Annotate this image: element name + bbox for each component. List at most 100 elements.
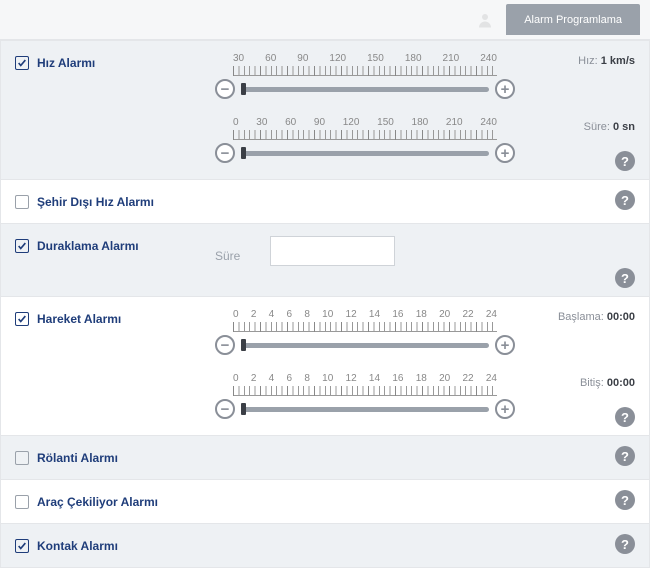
- label-hiz-readout: Hız:: [578, 55, 598, 67]
- slider-baslama-track[interactable]: [241, 343, 489, 348]
- tick-label: 10: [322, 309, 333, 320]
- help-icon[interactable]: ?: [615, 490, 635, 510]
- minus-button[interactable]: −: [215, 399, 235, 419]
- tick-label: 24: [486, 373, 497, 384]
- value-baslama-readout: 00:00: [607, 311, 635, 323]
- slider-baslama-ticks: 024681012141618202224: [233, 309, 497, 320]
- slider-baslama: 024681012141618202224 − +: [215, 309, 515, 355]
- help-icon[interactable]: ?: [615, 446, 635, 466]
- label-hiz-alarmi: Hız Alarmı: [37, 56, 95, 70]
- tick-label: 12: [346, 373, 357, 384]
- help-icon[interactable]: ?: [615, 151, 635, 171]
- help-icon[interactable]: ?: [615, 268, 635, 288]
- slider-bitis-handle[interactable]: [241, 403, 246, 415]
- checkbox-arac-cekiliyor[interactable]: [15, 495, 29, 509]
- tick-label: 180: [412, 117, 429, 128]
- checkbox-sehir-disi[interactable]: [15, 195, 29, 209]
- tick-label: 12: [346, 309, 357, 320]
- label-baslama-readout: Başlama:: [558, 311, 604, 323]
- tick-label: 2: [251, 373, 257, 384]
- plus-button[interactable]: +: [495, 143, 515, 163]
- help-icon[interactable]: ?: [615, 534, 635, 554]
- tick-label: 24: [486, 309, 497, 320]
- label-rolanti: Rölanti Alarmı: [37, 451, 118, 465]
- topbar: Alarm Programlama: [0, 0, 650, 40]
- tick-label: 240: [480, 117, 497, 128]
- label-arac-cekiliyor: Araç Çekiliyor Alarmı: [37, 495, 158, 509]
- minus-button[interactable]: −: [215, 143, 235, 163]
- tick-label: 0: [233, 309, 239, 320]
- section-hiz-alarmi: Hız Alarmı 306090120150180210240 − + 030…: [1, 41, 649, 180]
- slider-bitis-track[interactable]: [241, 407, 489, 412]
- value-bitis-readout: 00:00: [607, 377, 635, 389]
- tick-label: 0: [233, 117, 239, 128]
- plus-button[interactable]: +: [495, 335, 515, 355]
- tick-label: 22: [462, 373, 473, 384]
- checkbox-duraklama[interactable]: [15, 239, 29, 253]
- tick-label: 180: [405, 53, 422, 64]
- tick-label: 18: [416, 373, 427, 384]
- label-kontak: Kontak Alarmı: [37, 539, 118, 553]
- slider-bitis-ticks: 024681012141618202224: [233, 373, 497, 384]
- label-bitis-readout: Bitiş:: [580, 377, 604, 389]
- tick-label: 20: [439, 309, 450, 320]
- tick-label: 90: [297, 53, 308, 64]
- alarm-panel: Hız Alarmı 306090120150180210240 − + 030…: [0, 40, 650, 568]
- tick-label: 120: [329, 53, 346, 64]
- tick-label: 14: [369, 309, 380, 320]
- label-hareket: Hareket Alarmı: [37, 312, 121, 326]
- user-icon: [476, 11, 494, 29]
- slider-hiz-handle[interactable]: [241, 83, 246, 95]
- tick-label: 210: [443, 53, 460, 64]
- slider-bitis: 024681012141618202224 − +: [215, 373, 515, 419]
- slider-hiz-sure-ticks: 0306090120150180210240: [233, 117, 497, 128]
- section-arac-cekiliyor: Araç Çekiliyor Alarmı ?: [1, 480, 649, 524]
- value-hiz-readout: 1 km/s: [601, 55, 635, 67]
- slider-hiz-sure-track[interactable]: [241, 151, 489, 156]
- minus-button[interactable]: −: [215, 79, 235, 99]
- slider-hiz: 306090120150180210240 − +: [215, 53, 515, 99]
- label-sehir-disi: Şehir Dışı Hız Alarmı: [37, 195, 154, 209]
- tick-label: 0: [233, 373, 239, 384]
- slider-hiz-sure: 0306090120150180210240 − +: [215, 117, 515, 163]
- checkbox-rolanti[interactable]: [15, 451, 29, 465]
- tick-label: 18: [416, 309, 427, 320]
- slider-hiz-sure-handle[interactable]: [241, 147, 246, 159]
- tab-alarm-programlama[interactable]: Alarm Programlama: [506, 4, 640, 35]
- tick-label: 60: [285, 117, 296, 128]
- tick-label: 6: [286, 373, 292, 384]
- tick-label: 30: [256, 117, 267, 128]
- plus-button[interactable]: +: [495, 399, 515, 419]
- plus-button[interactable]: +: [495, 79, 515, 99]
- tick-label: 6: [286, 309, 292, 320]
- tick-label: 4: [269, 373, 275, 384]
- checkbox-hareket[interactable]: [15, 312, 29, 326]
- tick-label: 8: [304, 373, 310, 384]
- tick-label: 20: [439, 373, 450, 384]
- tick-label: 2: [251, 309, 257, 320]
- tick-label: 150: [367, 53, 384, 64]
- checkbox-hiz-alarmi[interactable]: [15, 56, 29, 70]
- input-sure[interactable]: [270, 236, 395, 266]
- help-icon[interactable]: ?: [615, 407, 635, 427]
- help-icon[interactable]: ?: [615, 190, 635, 210]
- tick-label: 240: [480, 53, 497, 64]
- label-sure-readout: Süre:: [584, 121, 610, 133]
- tick-label: 8: [304, 309, 310, 320]
- slider-hiz-ticks: 306090120150180210240: [233, 53, 497, 64]
- slider-baslama-handle[interactable]: [241, 339, 246, 351]
- value-sure-readout: 0 sn: [613, 121, 635, 133]
- slider-hiz-track[interactable]: [241, 87, 489, 92]
- minus-button[interactable]: −: [215, 335, 235, 355]
- label-sure: Süre: [215, 239, 270, 263]
- section-duraklama: Duraklama Alarmı Süre ?: [1, 224, 649, 297]
- tick-label: 210: [446, 117, 463, 128]
- tick-label: 120: [343, 117, 360, 128]
- tick-label: 150: [377, 117, 394, 128]
- tick-label: 16: [392, 373, 403, 384]
- tick-label: 4: [269, 309, 275, 320]
- section-hareket: Hareket Alarmı 024681012141618202224 − +…: [1, 297, 649, 436]
- checkbox-kontak[interactable]: [15, 539, 29, 553]
- tick-label: 10: [322, 373, 333, 384]
- tick-label: 60: [265, 53, 276, 64]
